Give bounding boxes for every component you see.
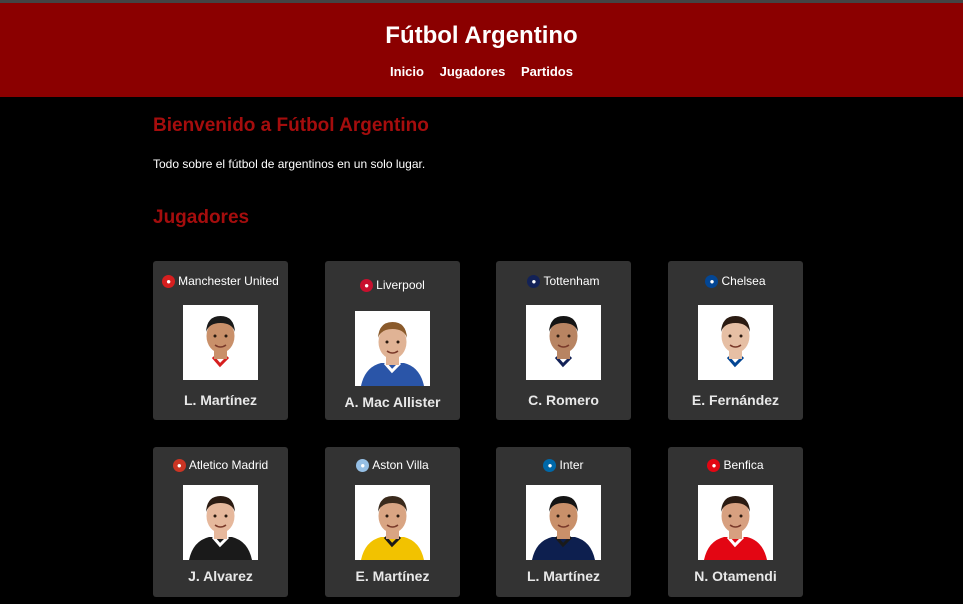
club-label: ● Tottenham: [496, 274, 631, 288]
intro-text: Todo sobre el fútbol de argentinos en un…: [153, 157, 426, 171]
club-name: Manchester United: [178, 274, 279, 288]
player-photo: [355, 485, 430, 560]
player-name: E. Martínez: [355, 568, 430, 584]
club-label: ● Aston Villa: [325, 458, 460, 472]
club-name: Benfica: [723, 458, 764, 472]
player-photo: [698, 305, 773, 380]
atletico-madrid-crest-icon: ●: [172, 458, 186, 472]
site-header: Fútbol Argentino Inicio Jugadores Partid…: [0, 3, 963, 97]
benfica-crest-icon: ●: [707, 458, 721, 472]
club-label: ● Atletico Madrid: [153, 458, 288, 472]
club-label: ● Manchester United: [153, 274, 288, 288]
player-card[interactable]: ● Atletico Madrid J. Alvarez: [153, 447, 288, 597]
main-nav: Inicio Jugadores Partidos: [0, 64, 963, 79]
player-card[interactable]: ● Aston Villa E. Martínez: [325, 447, 460, 597]
club-name: Tottenham: [543, 274, 600, 288]
player-name: L. Martínez: [526, 568, 601, 584]
tottenham-crest-icon: ●: [527, 274, 541, 288]
player-card[interactable]: ● Inter L. Martínez: [496, 447, 631, 597]
club-name: Atletico Madrid: [188, 458, 269, 472]
club-name: Liverpool: [376, 278, 425, 292]
club-label: ● Inter: [496, 458, 631, 472]
club-label: ● Benfica: [668, 458, 803, 472]
player-photo: [526, 305, 601, 380]
player-name: E. Fernández: [691, 392, 780, 408]
welcome-heading: Bienvenido a Fútbol Argentino: [153, 115, 429, 136]
player-photo: [526, 485, 601, 560]
chelsea-crest-icon: ●: [705, 274, 719, 288]
nav-link-jugadores[interactable]: Jugadores: [440, 64, 506, 79]
club-label: ● Liverpool: [325, 278, 460, 292]
aston-villa-crest-icon: ●: [356, 458, 370, 472]
player-photo: [698, 485, 773, 560]
club-name: Aston Villa: [372, 458, 429, 472]
player-name: J. Alvarez: [188, 568, 253, 584]
player-photo: [183, 485, 258, 560]
player-name: C. Romero: [528, 392, 599, 408]
player-photo: [355, 311, 430, 386]
nav-link-partidos[interactable]: Partidos: [521, 64, 573, 79]
nav-link-inicio[interactable]: Inicio: [390, 64, 424, 79]
player-photo: [183, 305, 258, 380]
player-name: N. Otamendi: [694, 568, 777, 584]
club-name: Inter: [559, 458, 584, 472]
club-name: Chelsea: [721, 274, 766, 288]
player-name: A. Mac Allister: [344, 394, 441, 410]
site-title: Fútbol Argentino: [385, 22, 578, 49]
player-card[interactable]: ● Manchester United L. Martínez: [153, 261, 288, 420]
player-card[interactable]: ● Chelsea E. Fernández: [668, 261, 803, 420]
player-name: L. Martínez: [183, 392, 258, 408]
player-card[interactable]: ● Liverpool A. Mac Allister: [325, 261, 460, 420]
liverpool-crest-icon: ●: [360, 278, 374, 292]
inter-crest-icon: ●: [543, 458, 557, 472]
players-heading: Jugadores: [153, 207, 250, 228]
manchester-united-crest-icon: ●: [162, 274, 176, 288]
club-label: ● Chelsea: [668, 274, 803, 288]
player-card[interactable]: ● Benfica N. Otamendi: [668, 447, 803, 597]
player-card[interactable]: ● Tottenham C. Romero: [496, 261, 631, 420]
